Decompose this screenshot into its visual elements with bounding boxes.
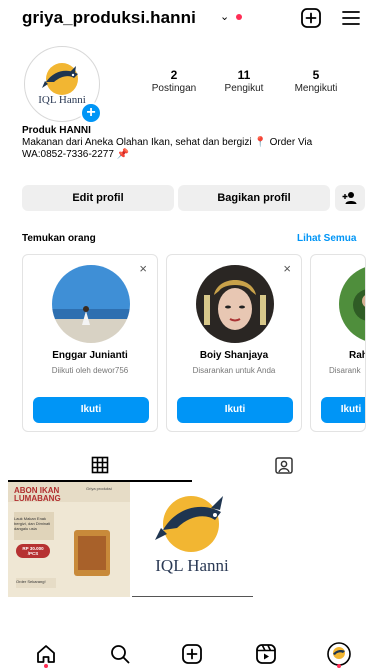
post-order: Order Sekarang! bbox=[16, 579, 46, 584]
suggestion-name[interactable]: Enggar Junianti bbox=[23, 350, 157, 361]
search-icon[interactable] bbox=[108, 642, 132, 666]
share-profile-button[interactable]: Bagikan profil bbox=[178, 185, 330, 211]
add-person-button[interactable] bbox=[335, 185, 365, 211]
grid-icon bbox=[91, 456, 108, 474]
follow-button[interactable]: Ikuti bbox=[177, 397, 293, 423]
bio: Produk HANNI Makanan dari Aneka Olahan I… bbox=[22, 125, 358, 161]
profile-notification-dot bbox=[337, 664, 341, 668]
stat-followers-label: Pengikut bbox=[224, 83, 264, 94]
bio-name: Produk HANNI bbox=[22, 125, 91, 136]
bio-text: Makanan dari Aneka Olahan Ikan, sehat da… bbox=[22, 137, 313, 160]
stat-posts[interactable]: 2 Postingan bbox=[148, 68, 200, 94]
suggestion-card[interactable]: Rahi Disarank Ikuti bbox=[310, 254, 366, 432]
suggestion-avatar[interactable] bbox=[339, 265, 365, 343]
profile-avatar[interactable]: IQL Hanni + bbox=[24, 46, 102, 124]
username[interactable]: griya_produksi.hanni bbox=[22, 8, 196, 28]
see-all-link[interactable]: Lihat Semua bbox=[297, 233, 356, 244]
stat-posts-label: Postingan bbox=[151, 83, 197, 94]
post-desc: Lauk Makan Enak bergizi, dan Diminati da… bbox=[14, 516, 51, 531]
stat-following-label: Mengikuti bbox=[294, 83, 338, 94]
suggestion-avatar[interactable] bbox=[196, 265, 274, 343]
suggestion-card[interactable]: × Enggar Junianti Diikuti oleh dewor756 … bbox=[22, 254, 158, 432]
tab-tagged[interactable] bbox=[192, 448, 366, 482]
follow-button[interactable]: Ikuti bbox=[321, 397, 365, 423]
notification-dot bbox=[236, 14, 242, 20]
tab-posts-grid[interactable] bbox=[8, 448, 191, 482]
fish-logo-icon bbox=[42, 63, 78, 95]
tagged-icon bbox=[274, 457, 293, 474]
post-price: RP 30.000 /PCS bbox=[22, 546, 44, 556]
home-notification-dot bbox=[44, 664, 48, 668]
post-divider bbox=[132, 596, 253, 597]
stat-following[interactable]: 5 Mengikuti bbox=[288, 68, 344, 94]
suggestion-card[interactable]: × Boiy Shanjaya Disarankan untuk Anda Ik… bbox=[166, 254, 302, 432]
stat-posts-value: 2 bbox=[170, 68, 178, 82]
home-icon[interactable] bbox=[34, 642, 58, 666]
stat-following-value: 5 bbox=[312, 68, 320, 82]
fish-logo-icon bbox=[155, 496, 223, 552]
post-brand-text: IQL Hanni bbox=[155, 556, 229, 575]
post-title: ABON IKAN LUMABANG bbox=[14, 486, 61, 503]
discover-title: Temukan orang bbox=[22, 233, 96, 244]
follow-button[interactable]: Ikuti bbox=[33, 397, 149, 423]
bottom-navigation bbox=[0, 632, 366, 671]
avatar-brand-text: IQL Hanni bbox=[38, 94, 86, 106]
close-icon[interactable]: × bbox=[283, 261, 291, 276]
post-tag: Griya produksi bbox=[86, 486, 112, 491]
plus-square-icon[interactable] bbox=[300, 7, 322, 29]
suggestion-reason: Disarankan untuk Anda bbox=[192, 366, 276, 375]
top-bar: griya_produksi.hanni ⌄ bbox=[0, 0, 366, 40]
close-icon[interactable]: × bbox=[139, 261, 147, 276]
stat-followers-value: 11 bbox=[237, 68, 251, 82]
profile-tabs bbox=[0, 448, 366, 482]
reels-icon[interactable] bbox=[254, 642, 278, 666]
chevron-down-icon[interactable]: ⌄ bbox=[220, 10, 229, 23]
stat-followers[interactable]: 11 Pengikut bbox=[218, 68, 270, 94]
suggestion-reason: Disarank bbox=[329, 366, 361, 375]
suggestion-name[interactable]: Rahi bbox=[349, 350, 365, 361]
add-person-icon bbox=[342, 192, 357, 204]
edit-profile-button[interactable]: Edit profil bbox=[22, 185, 174, 211]
suggestion-name[interactable]: Boiy Shanjaya bbox=[167, 350, 301, 361]
post-thumbnail[interactable]: ABON IKAN LUMABANG Griya produksi Lauk M… bbox=[8, 482, 130, 597]
post-thumbnail[interactable]: IQL Hanni bbox=[131, 482, 253, 597]
suggestion-avatar[interactable] bbox=[52, 265, 130, 343]
menu-icon[interactable] bbox=[340, 7, 362, 29]
create-icon[interactable] bbox=[180, 642, 204, 666]
add-story-plus-icon[interactable]: + bbox=[80, 102, 102, 124]
profile-avatar-icon[interactable] bbox=[327, 642, 351, 666]
suggestion-reason: Diikuti oleh dewor756 bbox=[51, 366, 129, 375]
